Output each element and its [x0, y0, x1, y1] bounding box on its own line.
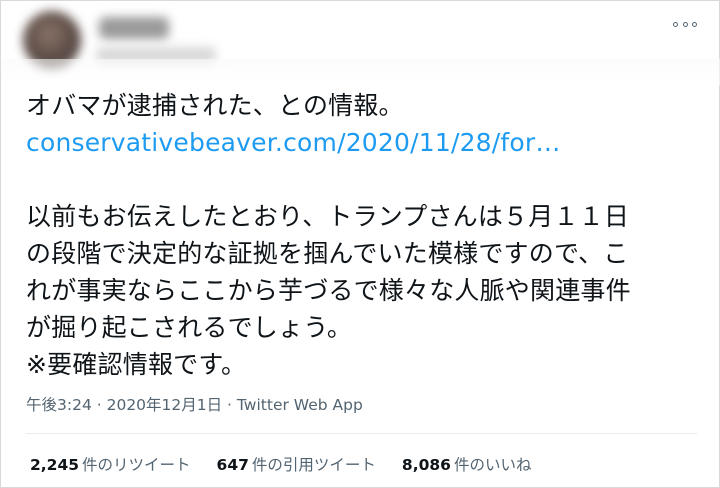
engagement-stats: 2,245 件のリツイート 647 件の引用ツイート 8,086 件のいいね	[30, 453, 531, 475]
likes-stat[interactable]: 8,086 件のいいね	[402, 453, 532, 475]
retweets-stat[interactable]: 2,245 件のリツイート	[30, 453, 191, 475]
meta-separator: ·	[222, 396, 237, 414]
quotes-stat[interactable]: 647 件の引用ツイート	[217, 453, 376, 475]
tweet-date[interactable]: 2020年12月1日	[107, 396, 223, 414]
tweet-line: 以前もお伝えしたとおり、トランプさんは５月１１日	[26, 202, 630, 231]
tweet-line: が掘り起こされるでしょう。	[26, 313, 353, 342]
more-dot-icon	[682, 21, 688, 27]
divider	[26, 433, 697, 434]
more-dot-icon	[673, 21, 678, 27]
meta-separator: ·	[91, 396, 107, 414]
tweet-metadata: 午後3:24 · 2020年12月1日 · Twitter Web App	[26, 393, 363, 415]
retweets-label: 件のリツイート	[82, 456, 191, 474]
tweet-line: オバマが逮捕された、との情報。	[26, 91, 404, 120]
tweet-source-app[interactable]: Twitter Web App	[237, 396, 363, 414]
quotes-count: 647	[216, 456, 249, 474]
tweet-text: オバマが逮捕された、との情報。 conservativebeaver.com/2…	[26, 87, 706, 383]
tweet-line: の段階で決定的な証拠を掴んでいた模様ですので、こ	[26, 239, 629, 268]
quotes-label: 件の引用ツイート	[251, 456, 376, 474]
header-fade	[1, 59, 720, 85]
tweet-time[interactable]: 午後3:24	[26, 396, 92, 414]
tweet-link[interactable]: conservativebeaver.com/2020/11/28/for…	[26, 128, 561, 157]
tweet-card: オバマが逮捕された、との情報。 conservativebeaver.com/2…	[0, 0, 720, 488]
tweet-line: れが事実ならここから芋づるで様々な人脈や関連事件	[26, 276, 631, 305]
tweet-line: ※要確認情報です。	[26, 350, 247, 379]
likes-count: 8,086	[401, 456, 451, 474]
retweets-count: 2,245	[30, 456, 80, 474]
more-options-icon[interactable]	[673, 19, 697, 29]
more-dot-icon	[692, 21, 697, 27]
author-name-redacted[interactable]	[99, 17, 169, 39]
likes-label: 件のいいね	[453, 456, 532, 474]
